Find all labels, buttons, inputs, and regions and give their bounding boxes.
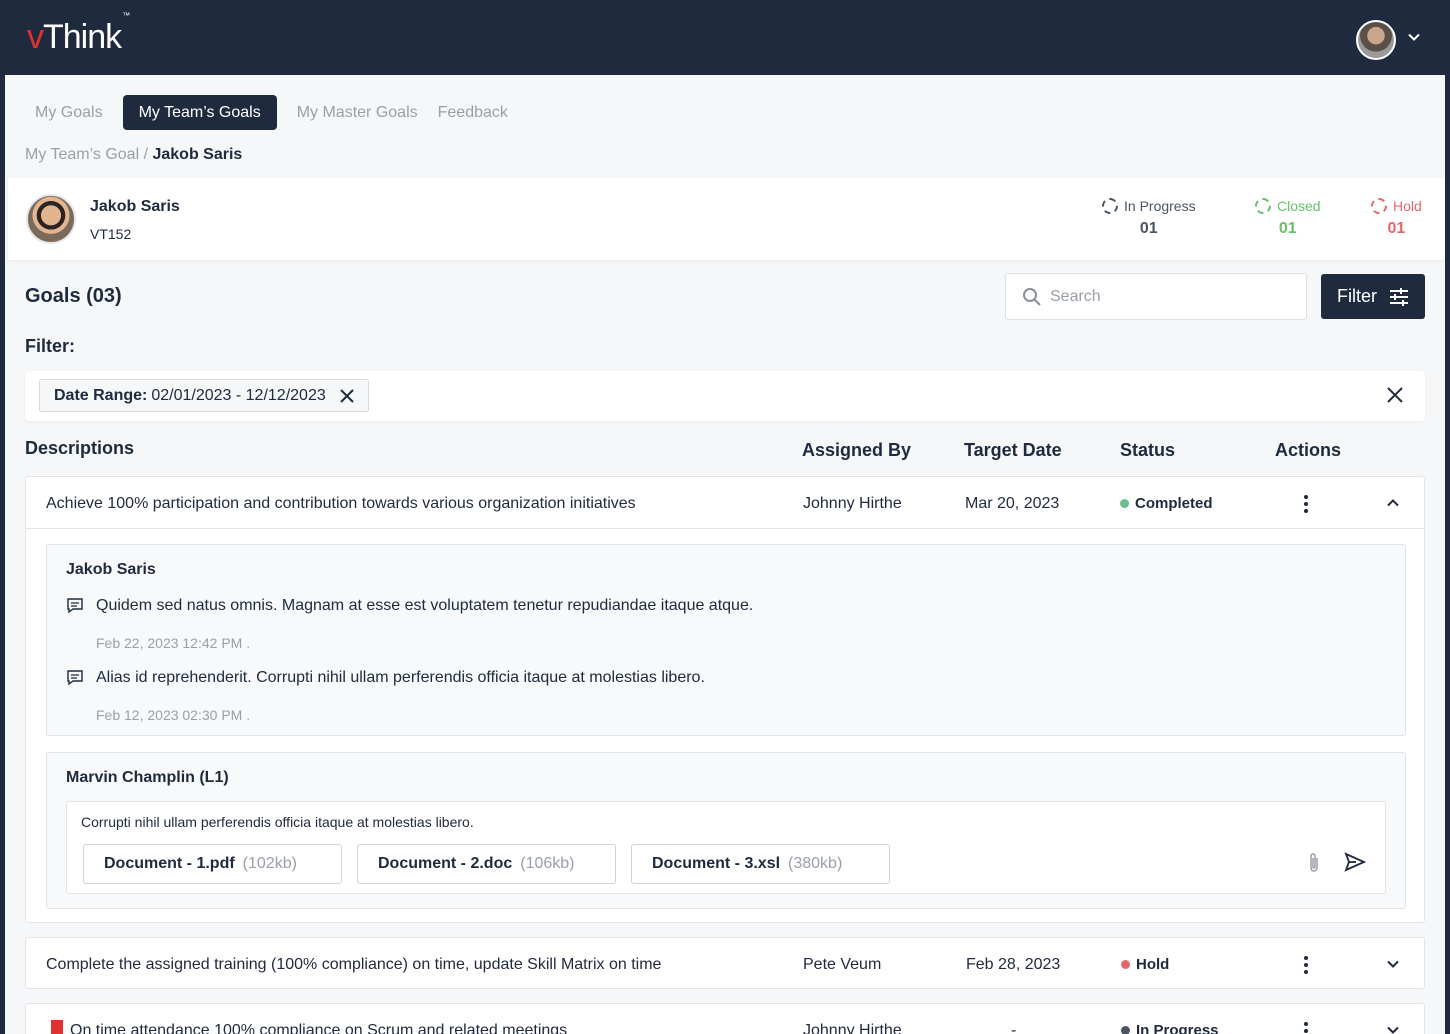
date-range-filter-chip: Date Range: 02/01/2023 - 12/12/2023: [39, 379, 369, 412]
goal-target-date: Feb 28, 2023: [966, 956, 1061, 973]
header-assigned-by: Assigned By: [802, 440, 912, 460]
table-row[interactable]: Complete the assigned training (100% com…: [26, 938, 1424, 990]
sliders-icon: [1390, 287, 1408, 306]
status-badge: Hold: [1121, 956, 1169, 973]
table-row[interactable]: Achieve 100% participation and contribut…: [26, 477, 1424, 529]
paperclip-icon[interactable]: [1307, 852, 1321, 874]
goal-card: Complete the assigned training (100% com…: [25, 937, 1425, 989]
manager-name: Marvin Champlin (L1): [66, 769, 229, 786]
tab-my-teams-goals[interactable]: My Team’s Goals: [122, 95, 277, 130]
employee-avatar: [26, 194, 76, 244]
more-actions-icon[interactable]: [1304, 495, 1308, 516]
send-icon[interactable]: [1344, 852, 1366, 872]
stat-closed: Closed 01: [1255, 198, 1321, 238]
header-actions: Actions: [1275, 440, 1342, 460]
header-descriptions: Descriptions: [25, 438, 135, 458]
goal-description: Complete the assigned training (100% com…: [46, 956, 662, 973]
status-badge: In Progress: [1121, 1022, 1219, 1034]
goal-assigned-by: Johnny Hirthe: [803, 495, 902, 512]
stat-in-progress: In Progress 01: [1102, 198, 1196, 238]
clear-all-filters-icon[interactable]: [1387, 387, 1403, 403]
vthink-logo[interactable]: vThink™: [27, 11, 130, 57]
goal-description: On time attendance 100% compliance on Sc…: [70, 1022, 568, 1034]
comment-icon: [67, 670, 83, 686]
goal-assigned-by: Johnny Hirthe: [803, 1022, 902, 1034]
comment-icon: [67, 598, 83, 614]
more-actions-icon[interactable]: [1304, 956, 1308, 977]
goal-card: On time attendance 100% compliance on Sc…: [25, 1003, 1425, 1034]
feedback-text[interactable]: Corrupti nihil ullam perferendis officia…: [81, 814, 474, 830]
hold-status-icon: [1371, 198, 1387, 214]
chevron-down-icon[interactable]: [1386, 1023, 1400, 1034]
comment-author: Jakob Saris: [66, 561, 156, 578]
breadcrumb: My Team’s Goal / Jakob Saris: [25, 146, 242, 164]
goal-description: Achieve 100% participation and contribut…: [46, 495, 636, 512]
breadcrumb-separator: /: [139, 146, 153, 163]
tab-my-goals[interactable]: My Goals: [25, 95, 113, 130]
table-row[interactable]: On time attendance 100% compliance on Sc…: [26, 1004, 1424, 1034]
chevron-up-icon[interactable]: [1386, 496, 1400, 510]
closed-status-icon: [1255, 198, 1271, 214]
header-target-date: Target Date: [964, 440, 1062, 460]
comment-timestamp: Feb 22, 2023 12:42 PM .: [96, 635, 251, 651]
flag-icon: [51, 1020, 63, 1034]
comment-timestamp: Feb 12, 2023 02:30 PM .: [96, 707, 251, 723]
tab-feedback[interactable]: Feedback: [428, 95, 518, 130]
feedback-editor[interactable]: Corrupti nihil ullam perferendis officia…: [66, 801, 1386, 894]
employee-id: VT152: [90, 226, 132, 242]
header-status: Status: [1120, 440, 1176, 460]
chevron-down-icon[interactable]: [1386, 957, 1400, 971]
comment-item: Quidem sed natus omnis. Magnam at esse e…: [66, 597, 753, 615]
chevron-down-icon[interactable]: [1407, 30, 1421, 44]
status-badge: Completed: [1120, 495, 1213, 512]
more-actions-icon[interactable]: [1304, 1022, 1308, 1034]
manager-feedback-panel: Marvin Champlin (L1) Corrupti nihil ulla…: [46, 752, 1406, 909]
employee-comments-panel: Jakob Saris Quidem sed natus omnis. Magn…: [46, 544, 1406, 736]
stat-hold: Hold 01: [1371, 198, 1422, 238]
goals-heading: Goals (03): [25, 285, 122, 307]
attachment-document-3[interactable]: Document - 3.xsl (380kb): [631, 844, 890, 884]
active-filters-bar: Date Range: 02/01/2023 - 12/12/2023: [25, 371, 1425, 421]
top-navbar: vThink™: [5, 0, 1445, 75]
attachment-document-2[interactable]: Document - 2.doc (106kb): [357, 844, 616, 884]
breadcrumb-current: Jakob Saris: [152, 146, 243, 163]
employee-profile-bar: [8, 178, 1445, 260]
goal-card-expanded: Achieve 100% participation and contribut…: [25, 476, 1425, 923]
tab-my-master-goals[interactable]: My Master Goals: [287, 95, 428, 130]
search-box[interactable]: [1005, 273, 1307, 320]
in-progress-status-icon: [1102, 198, 1118, 214]
goal-assigned-by: Pete Veum: [803, 956, 882, 973]
search-input[interactable]: [1050, 287, 1290, 306]
remove-filter-icon[interactable]: [340, 388, 354, 403]
breadcrumb-parent[interactable]: My Team’s Goal: [25, 146, 139, 163]
employee-name: Jakob Saris: [90, 198, 180, 215]
comment-item: Alias id reprehenderit. Corrupti nihil u…: [66, 669, 705, 687]
search-icon: [1023, 287, 1041, 306]
goal-target-date: -: [1011, 1022, 1017, 1034]
filter-button[interactable]: Filter: [1321, 274, 1425, 319]
user-avatar[interactable]: [1356, 20, 1396, 60]
goal-target-date: Mar 20, 2023: [965, 495, 1060, 512]
attachment-document-1[interactable]: Document - 1.pdf (102kb): [83, 844, 342, 884]
goal-tabs: My Goals My Team’s Goals My Master Goals…: [25, 95, 518, 130]
filter-label: Filter:: [25, 336, 76, 356]
app-window: vThink™ My Goals My Team’s Goals My Mast…: [5, 0, 1445, 1034]
